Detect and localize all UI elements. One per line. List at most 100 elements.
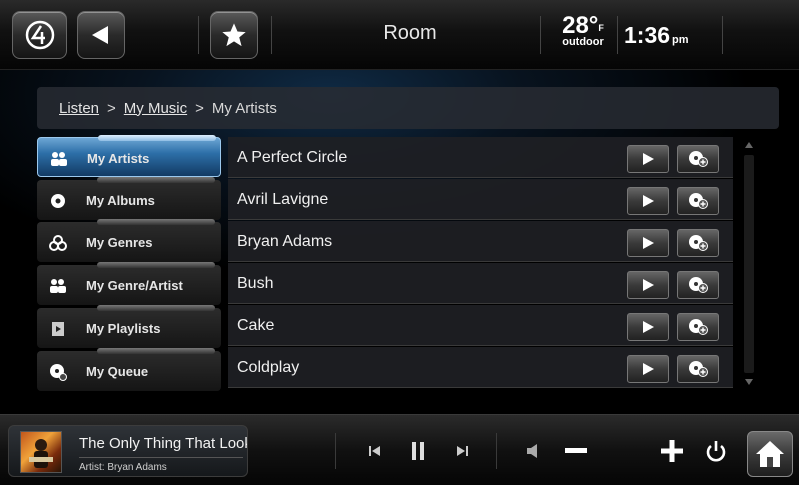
track-artist: Artist: Bryan Adams <box>79 462 167 473</box>
play-button[interactable] <box>627 187 669 215</box>
track-title: The Only Thing That Look <box>79 435 247 452</box>
play-icon <box>643 237 654 249</box>
sidebar-item-label: My Artists <box>87 151 150 166</box>
sidebar-item-my-queue[interactable]: My Queue <box>37 348 221 391</box>
artist-name: Bush <box>237 275 274 292</box>
back-button[interactable] <box>77 11 125 59</box>
power-button[interactable] <box>702 439 730 463</box>
time-ampm: pm <box>672 34 689 46</box>
separator <box>271 16 272 54</box>
artist-list: A Perfect Circle Avril Lavigne Bryan Ada… <box>228 137 733 392</box>
item-tab <box>97 348 215 354</box>
back-arrow-icon <box>92 26 108 44</box>
artist-name: Coldplay <box>237 359 300 376</box>
speaker-icon <box>527 444 537 458</box>
sidebar-item-label: My Playlists <box>86 321 161 336</box>
play-icon <box>643 153 654 165</box>
separator <box>496 433 497 469</box>
separator <box>198 16 199 54</box>
temperature-unit: F <box>598 23 604 33</box>
sidebar-item-my-albums[interactable]: My Albums <box>37 177 221 220</box>
breadcrumb-my-music[interactable]: My Music <box>124 100 187 117</box>
clock: 1:36 pm <box>624 22 689 49</box>
item-tab <box>97 219 215 225</box>
disc-icon <box>49 192 67 210</box>
people-icon <box>50 150 68 168</box>
add-to-queue-button[interactable] <box>677 271 719 299</box>
mute-button[interactable] <box>522 439 544 463</box>
room-selector[interactable]: Room <box>330 22 490 45</box>
play-icon <box>643 321 654 333</box>
list-item[interactable]: Bush <box>228 263 733 304</box>
item-tab <box>97 305 215 311</box>
previous-icon <box>369 446 380 456</box>
separator <box>540 16 541 54</box>
divider <box>79 457 243 458</box>
play-icon <box>643 363 654 375</box>
list-item[interactable]: A Perfect Circle <box>228 137 733 178</box>
queue-icon <box>49 363 67 381</box>
list-item[interactable]: Bryan Adams <box>228 221 733 262</box>
separator <box>335 433 336 469</box>
logo-icon <box>25 20 54 50</box>
sidebar-item-label: My Genre/Artist <box>86 278 183 293</box>
play-button[interactable] <box>627 355 669 383</box>
power-icon <box>706 441 726 462</box>
sidebar-item-my-playlists[interactable]: My Playlists <box>37 305 221 348</box>
artist-name: Cake <box>237 317 275 334</box>
volume-up-button[interactable] <box>658 439 686 463</box>
add-disc-icon <box>689 193 708 209</box>
play-button[interactable] <box>627 313 669 341</box>
play-button[interactable] <box>627 229 669 257</box>
sidebar-item-my-artists[interactable]: My Artists <box>37 135 221 177</box>
add-to-queue-button[interactable] <box>677 313 719 341</box>
scroll-down-icon[interactable] <box>744 378 754 386</box>
genres-icon <box>49 234 67 252</box>
item-tab <box>97 262 215 268</box>
sidebar: My Artists My Albums My Genres My Genre/… <box>37 135 221 392</box>
next-button[interactable] <box>451 439 473 463</box>
scroll-up-icon[interactable] <box>744 141 754 149</box>
sidebar-item-label: My Genres <box>86 235 153 250</box>
home-icon <box>756 441 784 467</box>
scroll-track[interactable] <box>744 155 754 373</box>
sidebar-item-my-genres[interactable]: My Genres <box>37 219 221 262</box>
play-icon <box>643 195 654 207</box>
album-art <box>20 431 62 473</box>
play-button[interactable] <box>627 271 669 299</box>
add-disc-icon <box>689 235 708 251</box>
artist-name: Bryan Adams <box>237 233 333 250</box>
add-to-queue-button[interactable] <box>677 229 719 257</box>
now-playing-panel[interactable]: The Only Thing That Look Artist: Bryan A… <box>8 425 248 477</box>
list-item[interactable]: Cake <box>228 305 733 346</box>
home-button[interactable] <box>747 431 793 477</box>
logo-button[interactable] <box>12 11 67 59</box>
list-item[interactable]: Avril Lavigne <box>228 179 733 220</box>
degree-symbol: ° <box>588 12 599 39</box>
time-value: 1:36 <box>624 22 671 48</box>
list-scrollbar[interactable] <box>741 137 757 392</box>
play-button[interactable] <box>627 145 669 173</box>
breadcrumb-current: My Artists <box>211 99 277 117</box>
sidebar-item-my-genre-artist[interactable]: My Genre/Artist <box>37 262 221 305</box>
favorites-button[interactable] <box>210 11 258 59</box>
separator <box>617 16 618 54</box>
add-to-queue-button[interactable] <box>677 355 719 383</box>
previous-button[interactable] <box>364 439 386 463</box>
pause-button[interactable] <box>406 439 430 463</box>
volume-down-button[interactable] <box>562 439 590 463</box>
list-item[interactable]: Coldplay <box>228 347 733 388</box>
weather-display[interactable]: 28°F outdoor <box>553 12 613 49</box>
add-to-queue-button[interactable] <box>677 187 719 215</box>
sidebar-item-label: My Albums <box>86 193 155 208</box>
add-to-queue-button[interactable] <box>677 145 719 173</box>
playlist-icon <box>49 320 67 338</box>
breadcrumb-listen[interactable]: Listen <box>59 100 99 117</box>
now-playing-bar: The Only Thing That Look Artist: Bryan A… <box>0 414 799 485</box>
minus-icon <box>565 448 587 453</box>
add-disc-icon <box>689 361 708 377</box>
separator <box>722 16 723 54</box>
star-icon <box>222 23 246 47</box>
top-bar: Room 28°F outdoor 1:36 pm <box>0 0 799 70</box>
temperature-label: outdoor <box>562 36 604 48</box>
